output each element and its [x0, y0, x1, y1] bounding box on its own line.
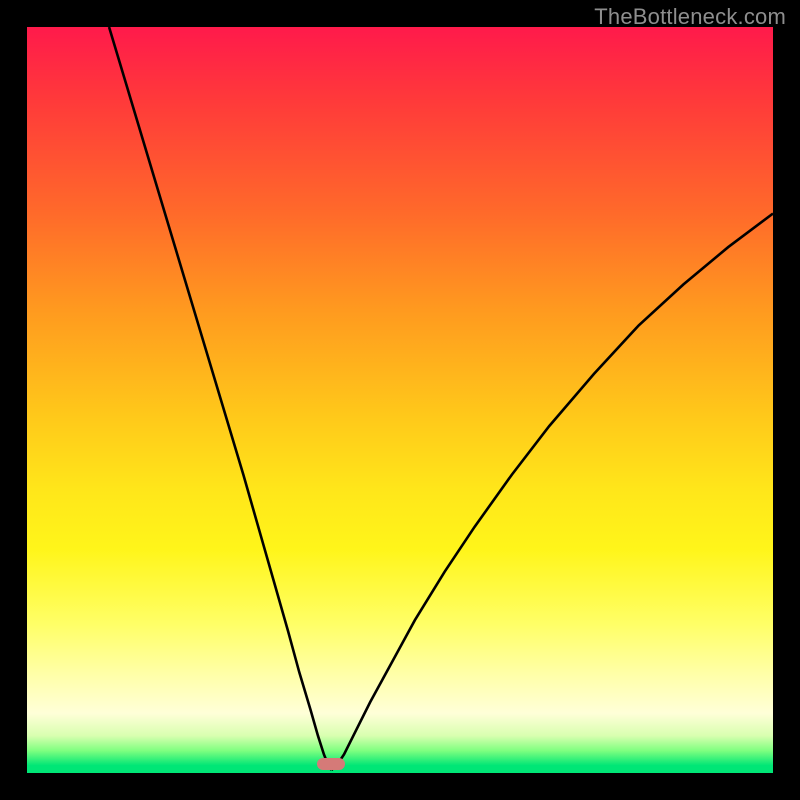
curve-right-branch — [331, 214, 773, 771]
curve-left-branch — [109, 27, 331, 770]
optimum-marker — [317, 758, 345, 770]
bottleneck-curve — [27, 27, 773, 773]
plot-area — [27, 27, 773, 773]
chart-frame: TheBottleneck.com — [0, 0, 800, 800]
